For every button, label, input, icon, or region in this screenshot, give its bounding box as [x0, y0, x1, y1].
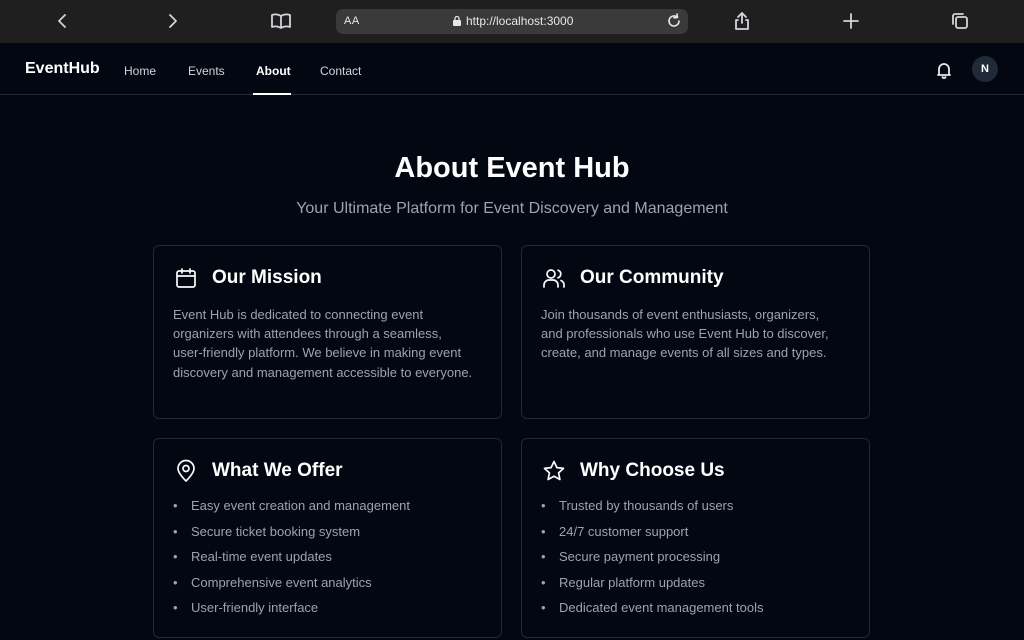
community-card: Our Community Join thousands of event en… [521, 245, 870, 419]
bookmarks-button[interactable] [266, 6, 296, 36]
share-button[interactable] [727, 6, 757, 36]
user-avatar[interactable]: N [972, 56, 998, 82]
book-icon [271, 13, 291, 29]
nav-contact[interactable]: Contact [320, 64, 361, 78]
why-card: Why Choose Us • Trusted by thousands of u… [521, 438, 870, 638]
offer-card: What We Offer • Easy event creation and m… [153, 438, 502, 638]
brand-logo[interactable]: EventHub [25, 60, 100, 78]
back-button[interactable] [48, 6, 78, 36]
page-subtitle: Your Ultimate Platform for Event Discove… [296, 200, 728, 217]
browser-toolbar: AA http://localhost:3000 [0, 0, 1024, 43]
list-item: • User-friendly interface [173, 600, 319, 616]
plus-icon [843, 13, 859, 29]
list-item: • Comprehensive event analytics [173, 574, 372, 590]
mission-body: Event Hub is dedicated to connecting eve… [173, 307, 473, 380]
reload-icon[interactable] [666, 13, 682, 29]
list-item: • Real-time event updates [173, 549, 332, 565]
list-item: • Regular platform updates [541, 574, 705, 590]
tabs-icon [952, 13, 968, 29]
mission-card-header: Our Mission [174, 266, 322, 290]
nav-home[interactable]: Home [124, 64, 156, 78]
community-heading: Our Community [580, 267, 724, 288]
active-nav-indicator [253, 93, 291, 95]
tabs-button[interactable] [945, 6, 975, 36]
nav-about[interactable]: About [256, 64, 291, 78]
why-heading: Why Choose Us [580, 460, 725, 481]
url-text: http://localhost:3000 [466, 14, 574, 28]
address-bar[interactable]: AA http://localhost:3000 [336, 9, 688, 34]
community-card-header: Our Community [542, 266, 724, 290]
list-item: • Secure payment processing [541, 549, 721, 565]
notifications-button[interactable] [935, 61, 953, 79]
map-pin-icon [177, 459, 195, 482]
why-card-header: Why Choose Us [542, 459, 725, 483]
chevron-left-icon [58, 14, 66, 28]
mission-heading: Our Mission [212, 267, 322, 288]
list-item: • Easy event creation and management [173, 498, 410, 513]
calendar-icon [176, 268, 196, 288]
community-body: Join thousands of event enthusiasts, org… [541, 307, 829, 361]
mission-card: Our Mission Event Hub is dedicated to co… [153, 245, 502, 419]
offer-card-header: What We Offer [174, 459, 343, 483]
chevron-right-icon [169, 14, 177, 28]
list-item: • Secure ticket booking system [173, 523, 361, 539]
text-size-button[interactable]: AA [344, 15, 360, 27]
list-item: • Trusted by thousands of users [541, 498, 734, 513]
list-item: • Dedicated event management tools [541, 600, 764, 616]
star-icon [543, 460, 565, 481]
nav-events[interactable]: Events [188, 64, 225, 78]
app-header: EventHub Home Events About Contact N [0, 43, 1024, 95]
offer-heading: What We Offer [212, 460, 343, 481]
page-title: About Event Hub [394, 152, 630, 184]
bell-icon [937, 63, 951, 79]
offer-list: • Easy event creation and management • Sec… [173, 498, 410, 626]
lock-icon [453, 15, 461, 26]
list-item: • 24/7 customer support [541, 523, 689, 539]
why-list: • Trusted by thousands of users • 24/7 cus… [541, 498, 764, 626]
forward-button[interactable] [157, 6, 187, 36]
share-icon [735, 12, 749, 30]
users-icon [543, 269, 565, 288]
new-tab-button[interactable] [836, 6, 866, 36]
